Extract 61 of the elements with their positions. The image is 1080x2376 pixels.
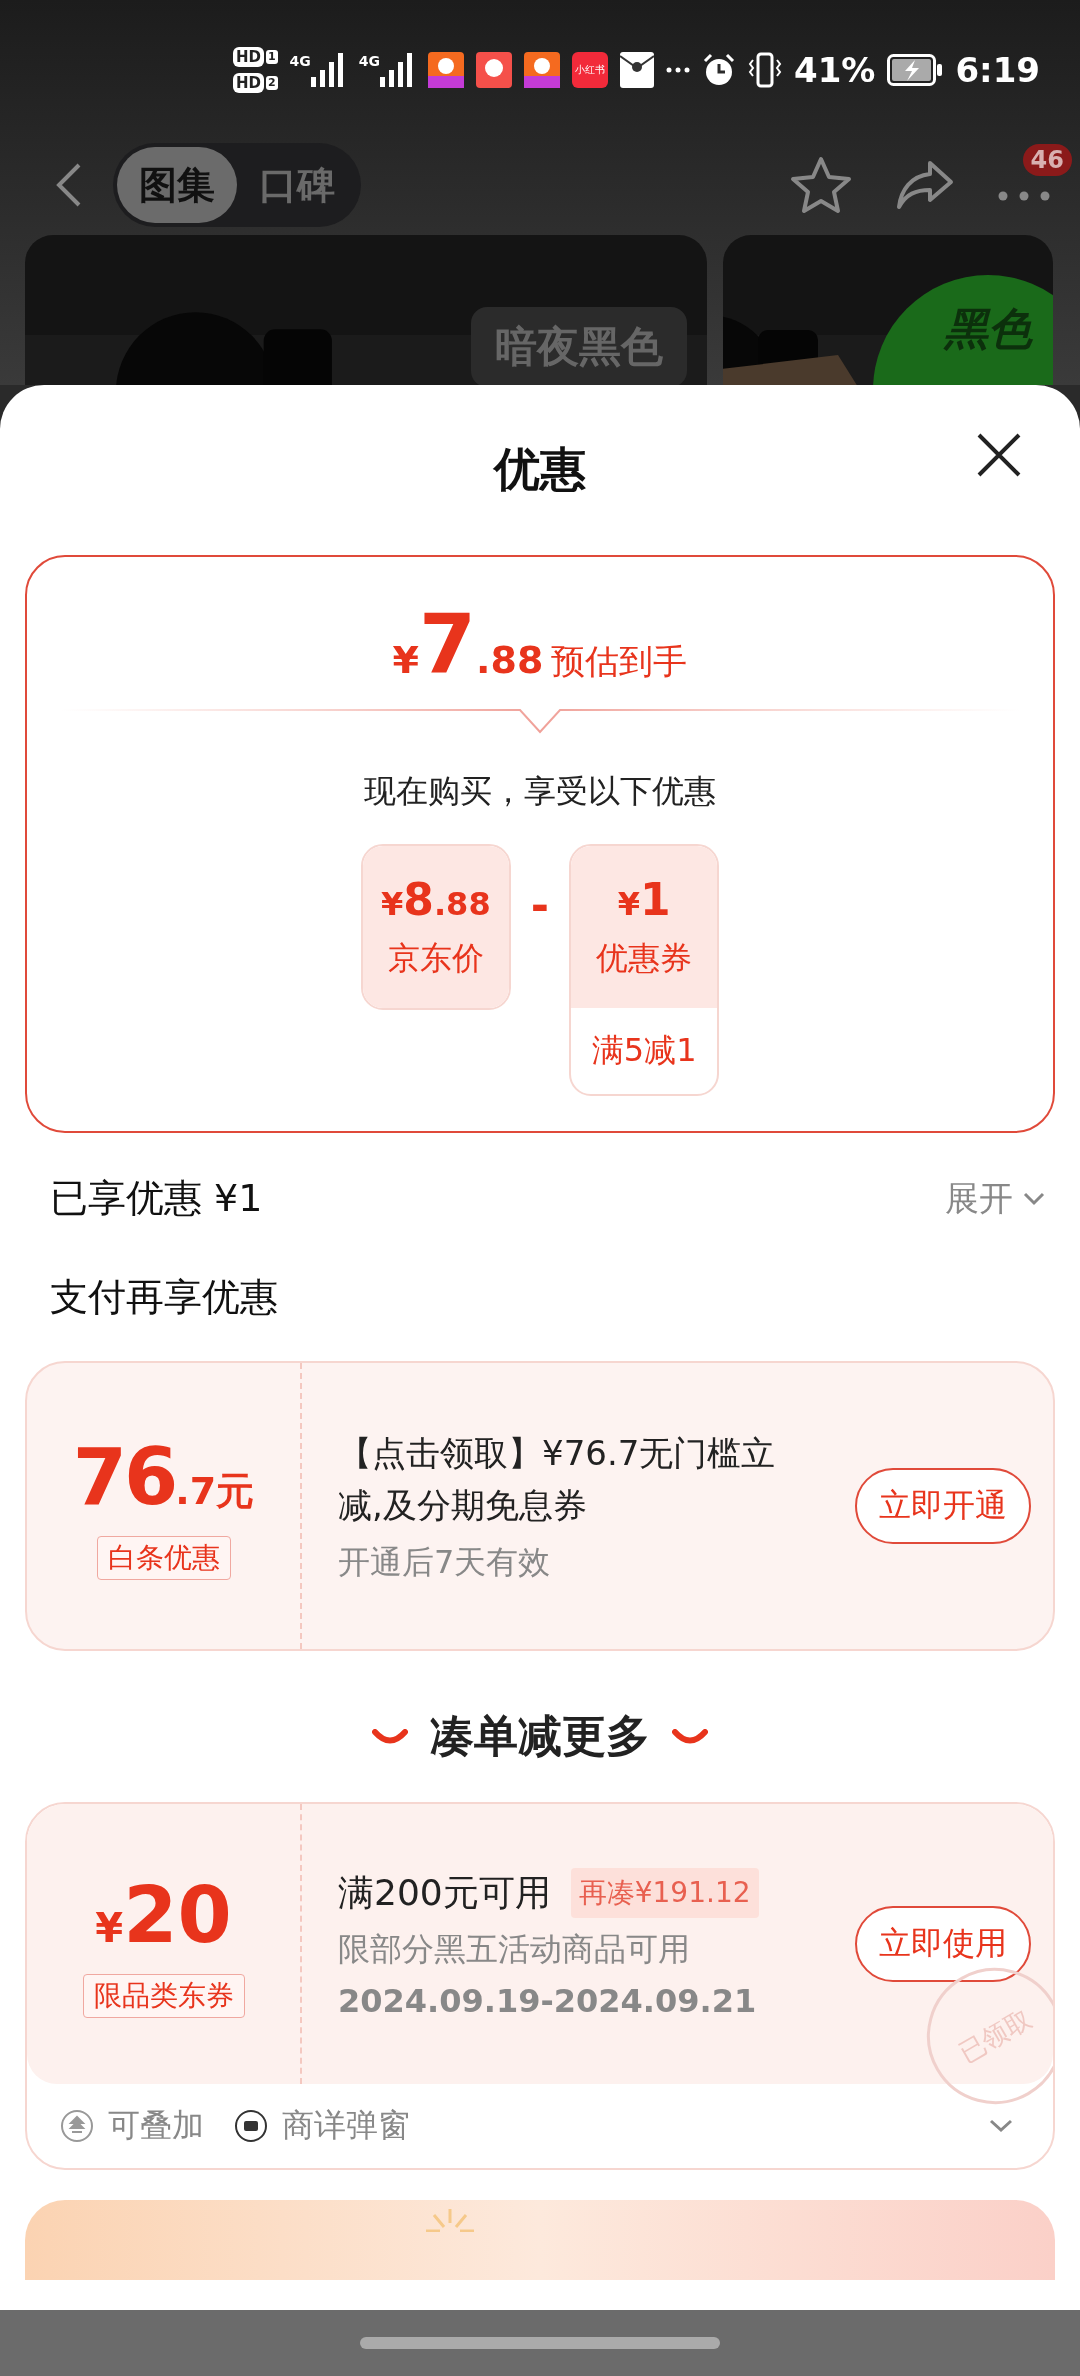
star-icon[interactable]: [790, 156, 852, 214]
feature-label: 商详弹窗: [282, 2105, 410, 2146]
coupon-description: 限部分黑五活动商品可用: [338, 1929, 691, 1970]
minus-sign: -: [530, 880, 550, 931]
battery-icon: [887, 54, 944, 86]
share-icon[interactable]: [896, 160, 954, 210]
more-icon[interactable]: [998, 190, 1050, 201]
gallery-tab[interactable]: 图集: [117, 147, 237, 223]
price-amount: ¥8.88: [381, 873, 491, 925]
more-icon: [666, 67, 691, 73]
sim-number: 1: [265, 50, 278, 64]
estimated-price: ¥7.88: [392, 597, 544, 692]
feature-label: 可叠加: [108, 2105, 204, 2146]
chevron-down-icon[interactable]: [989, 2119, 1013, 2133]
clock: 6:19: [955, 50, 1040, 90]
color-label: 暗夜黑色: [471, 307, 687, 385]
coupon-title: 满200元可用: [338, 1870, 551, 1915]
coupon-tag: 限品类东券: [82, 1974, 245, 2018]
remaining-tag: 再凑¥191.12: [570, 1868, 759, 1918]
video-app-icon: [476, 52, 513, 88]
hd-label: HD: [232, 73, 264, 93]
sim-number: 2: [265, 76, 278, 90]
app-badge: 小红书: [572, 52, 609, 88]
notification-badge: 46: [1022, 143, 1072, 176]
video-app-icon: [428, 52, 465, 88]
offer-note: 开通后7天有效: [338, 1542, 552, 1583]
price-label: 优惠券: [596, 937, 693, 979]
back-icon[interactable]: [55, 162, 83, 208]
gallery-tab[interactable]: 口碑: [237, 147, 357, 223]
smile-icon: [672, 1728, 708, 1745]
stack-icon: [60, 2109, 94, 2143]
offer-amount: 76.7元: [72, 1432, 255, 1522]
activate-button[interactable]: 立即开通: [855, 1468, 1031, 1544]
smile-icon: [372, 1728, 408, 1745]
coupon-amount: ¥20: [95, 1870, 232, 1960]
network-label: 4G: [358, 53, 381, 69]
hd-label: HD: [232, 47, 264, 67]
price-amount: ¥1: [617, 873, 671, 925]
section-title: 支付再享优惠: [50, 1274, 279, 1321]
sparkle-icon: [425, 2208, 475, 2232]
vibrate-icon: [748, 52, 783, 88]
battery-percent: 41%: [794, 50, 876, 90]
ticket-icon: [234, 2109, 268, 2143]
close-icon[interactable]: [976, 432, 1022, 478]
offer-subtitle: 现在购买，享受以下优惠: [364, 771, 716, 812]
network-label: 4G: [289, 53, 311, 69]
video-app-icon: [524, 52, 561, 88]
sheet-title: 优惠: [494, 441, 586, 498]
use-button[interactable]: 立即使用: [855, 1906, 1031, 1982]
enjoyed-discount: 已享优惠 ¥1: [50, 1175, 263, 1222]
section-title: 凑单减更多: [430, 1709, 650, 1763]
alarm-icon: [702, 53, 737, 87]
envelope-icon: [620, 52, 655, 88]
expand-button[interactable]: 展开: [945, 1175, 1045, 1222]
coupon-dates: 2024.09.19-2024.09.21: [338, 1982, 758, 2020]
offer-title: 【点击领取】¥76.7无门槛立减,及分期免息券: [338, 1432, 777, 1527]
estimate-label: 预估到手: [551, 640, 688, 683]
coupon-condition: 满5减1: [590, 1030, 698, 1071]
price-label: 京东价: [387, 937, 484, 979]
chevron-down-icon: [1023, 1191, 1045, 1206]
offer-tag: 白条优惠: [96, 1536, 231, 1580]
